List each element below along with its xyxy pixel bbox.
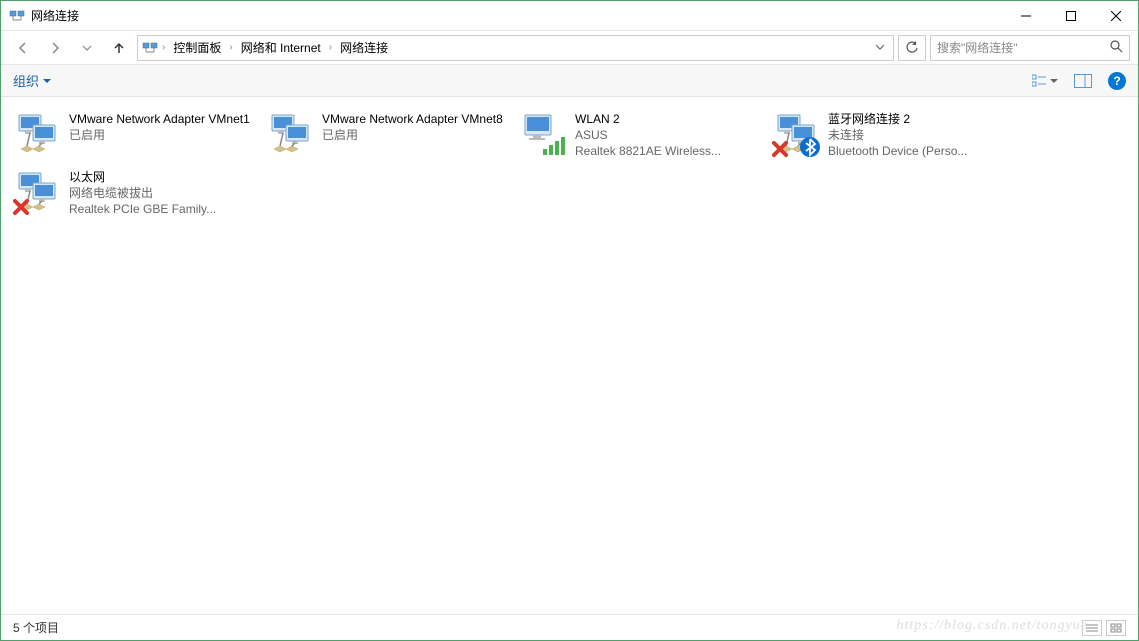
search-input[interactable]	[937, 41, 1109, 55]
error-icon	[772, 141, 788, 157]
connection-name: 以太网	[69, 169, 216, 185]
breadcrumb-item[interactable]: 控制面板	[169, 37, 225, 58]
chevron-down-icon	[875, 42, 885, 52]
breadcrumb-dropdown[interactable]	[871, 41, 889, 55]
arrow-right-icon	[47, 40, 63, 56]
connection-status: 已启用	[69, 127, 250, 143]
minimize-icon	[1021, 11, 1031, 21]
search-box[interactable]	[930, 35, 1130, 61]
connection-name: VMware Network Adapter VMnet8	[322, 111, 503, 127]
network-adapter-icon	[772, 111, 820, 159]
connection-status: 网络电缆被拔出	[69, 185, 216, 201]
maximize-button[interactable]	[1048, 1, 1093, 30]
wlan-adapter-icon	[519, 111, 567, 159]
app-icon	[9, 8, 25, 24]
refresh-button[interactable]	[898, 35, 926, 61]
view-options-button[interactable]	[1032, 74, 1058, 88]
breadcrumb-item[interactable]: 网络连接	[336, 37, 392, 58]
preview-pane-button[interactable]	[1074, 74, 1092, 88]
connection-item[interactable]: VMware Network Adapter VMnet8已启用	[262, 107, 515, 165]
forward-button[interactable]	[41, 34, 69, 62]
preview-pane-icon	[1074, 74, 1092, 88]
window-title: 网络连接	[31, 7, 1003, 24]
close-icon	[1111, 11, 1121, 21]
breadcrumb[interactable]: › 控制面板 › 网络和 Internet › 网络连接	[137, 35, 894, 61]
connection-item[interactable]: 蓝牙网络连接 2未连接Bluetooth Device (Perso...	[768, 107, 1021, 165]
icons-view-button[interactable]	[1106, 620, 1126, 636]
chevron-down-icon	[82, 43, 92, 53]
breadcrumb-sep-icon[interactable]: ›	[329, 42, 332, 53]
minimize-button[interactable]	[1003, 1, 1048, 30]
arrow-left-icon	[15, 40, 31, 56]
connection-item[interactable]: WLAN 2ASUSRealtek 8821AE Wireless...	[515, 107, 768, 165]
organize-label: 组织	[13, 71, 39, 90]
close-button[interactable]	[1093, 1, 1138, 30]
connection-status: ASUS	[575, 127, 721, 143]
connection-name: WLAN 2	[575, 111, 721, 127]
recent-button[interactable]	[73, 34, 101, 62]
chevron-down-icon	[43, 77, 51, 85]
watermark: https://blog.csdn.net/tongyue	[896, 618, 1088, 634]
breadcrumb-sep-icon[interactable]: ›	[229, 42, 232, 53]
back-button[interactable]	[9, 34, 37, 62]
window-controls	[1003, 1, 1138, 30]
connections-content: VMware Network Adapter VMnet1已启用VMware N…	[1, 97, 1138, 233]
network-adapter-icon	[13, 111, 61, 159]
address-bar: › 控制面板 › 网络和 Internet › 网络连接	[1, 31, 1138, 65]
organize-button[interactable]: 组织	[13, 71, 51, 90]
connection-status: 已启用	[322, 127, 503, 143]
arrow-up-icon	[111, 40, 127, 56]
connection-name: VMware Network Adapter VMnet1	[69, 111, 250, 127]
search-icon[interactable]	[1109, 39, 1123, 56]
maximize-icon	[1066, 11, 1076, 21]
network-adapter-icon	[266, 111, 314, 159]
connection-device: Bluetooth Device (Perso...	[828, 143, 967, 159]
breadcrumb-item[interactable]: 网络和 Internet	[237, 37, 325, 58]
connection-device: Realtek PCIe GBE Family...	[69, 201, 216, 217]
icons-view-icon	[1110, 623, 1122, 633]
help-button[interactable]: ?	[1108, 72, 1126, 90]
chevron-down-icon	[1050, 77, 1058, 85]
view-list-icon	[1032, 74, 1048, 88]
refresh-icon	[905, 41, 919, 55]
network-icon	[142, 40, 158, 56]
network-adapter-icon	[13, 169, 61, 217]
connection-status: 未连接	[828, 127, 967, 143]
breadcrumb-sep-icon[interactable]: ›	[162, 42, 165, 53]
connection-name: 蓝牙网络连接 2	[828, 111, 967, 127]
titlebar: 网络连接	[1, 1, 1138, 31]
connection-device: Realtek 8821AE Wireless...	[575, 143, 721, 159]
toolbar-right: ?	[1032, 72, 1126, 90]
toolbar: 组织 ?	[1, 65, 1138, 97]
bluetooth-icon	[800, 137, 820, 157]
view-switcher	[1082, 620, 1126, 636]
up-button[interactable]	[105, 34, 133, 62]
connection-item[interactable]: VMware Network Adapter VMnet1已启用	[9, 107, 262, 165]
error-icon	[13, 199, 29, 215]
item-count: 5 个项目	[13, 619, 59, 636]
connection-item[interactable]: 以太网网络电缆被拔出Realtek PCIe GBE Family...	[9, 165, 262, 223]
